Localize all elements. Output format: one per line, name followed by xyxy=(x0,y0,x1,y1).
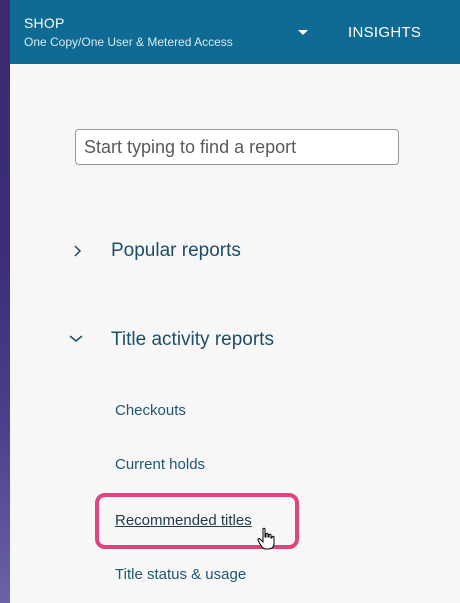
reports-sidebar: Popular reports Title activity reports C… xyxy=(10,64,460,603)
chevron-right-icon xyxy=(74,245,82,257)
report-link-checkouts[interactable]: Checkouts xyxy=(115,402,186,419)
report-link-title-status-usage[interactable]: Title status & usage xyxy=(115,566,246,583)
shop-subtitle[interactable]: One Copy/One User & Metered Access xyxy=(24,35,233,49)
report-search-input[interactable] xyxy=(75,129,399,165)
top-navigation-bar: SHOP One Copy/One User & Metered Access … xyxy=(10,0,460,64)
hand-pointer-icon xyxy=(257,527,275,550)
popular-reports-label: Popular reports xyxy=(111,240,241,261)
report-link-current-holds[interactable]: Current holds xyxy=(115,456,205,473)
shop-title[interactable]: SHOP xyxy=(24,15,64,31)
chevron-down-icon xyxy=(69,335,83,342)
title-activity-reports-label: Title activity reports xyxy=(111,329,274,350)
insights-tab[interactable]: INSIGHTS xyxy=(348,24,421,41)
chevron-down-icon[interactable] xyxy=(298,30,308,35)
